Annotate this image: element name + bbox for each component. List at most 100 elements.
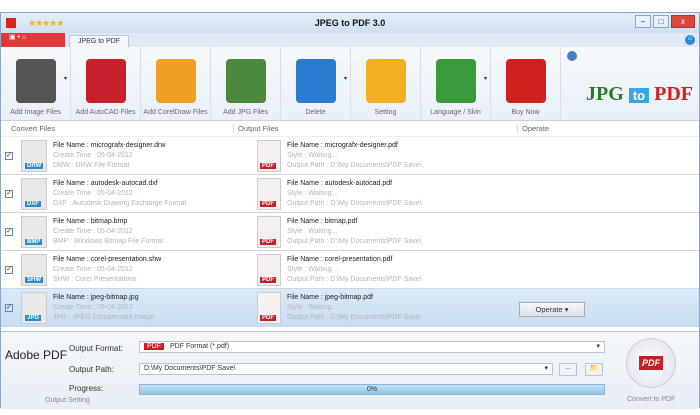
progress-label: Progress: [69, 384, 104, 393]
source-file-name: File Name : autodesk-autocad.dxf [53, 179, 158, 187]
tab-jpeg-to-pdf[interactable]: JPEG to PDF [69, 35, 130, 47]
toolbar-button-delete[interactable]: Delete ▾ [281, 47, 351, 120]
row-checkbox[interactable]: ✓ [5, 151, 13, 160]
recycle-bin-icon [295, 59, 336, 103]
toolbar-label: Add JPG Files [223, 109, 268, 116]
file-format: JPG : JPEG Compressed Image [53, 313, 154, 321]
abc-icon [435, 59, 476, 103]
output-style: Style : Waiting... [287, 265, 338, 273]
adobe-pdf-logo: Adobe PDF [5, 348, 68, 362]
create-time: Create Time : 05-04-2012 [53, 189, 133, 197]
output-path: Output Path : D:\My Documents\PDF Save\ [287, 199, 422, 207]
output-settings-panel: Adobe PDF Output Format: PDF PDF Format (… [1, 331, 699, 409]
file-row[interactable]: ✓ BMP File Name : bitmap.bmp Create Time : … [1, 213, 699, 251]
open-folder-button[interactable]: 📁 [585, 363, 603, 376]
toolbar-label: Delete [305, 109, 326, 116]
progress-bar: 0% [139, 384, 605, 395]
file-type-icon: DXF [21, 177, 47, 210]
output-file-name: File Name : corel-presentation.pdf [287, 255, 393, 263]
toolbar-label: Setting [374, 109, 397, 116]
toolbar-button-add-coreldraw-files[interactable]: Add CorelDraw Files [141, 47, 211, 120]
row-checkbox[interactable]: ✓ [5, 189, 13, 198]
close-button[interactable]: x [671, 15, 695, 28]
toolbar-button-language-skin[interactable]: Language / Skin ▾ [421, 47, 491, 120]
output-format-select[interactable]: PDF PDF Format (*.pdf) ▾ [139, 341, 605, 353]
help-icon[interactable] [567, 51, 577, 61]
output-file-name: File Name : autodesk-autocad.pdf [287, 179, 393, 187]
output-setting-caption: Output Setting [45, 397, 90, 404]
row-checkbox[interactable]: ✓ [5, 265, 13, 274]
output-file-name: File Name : bitmap.pdf [287, 217, 358, 225]
toolbar-label: Language / Skin [430, 109, 481, 116]
home-icon[interactable]: ⌂ [685, 35, 695, 45]
gift-icon [505, 59, 546, 103]
column-convert-files: Convert Files [11, 124, 56, 133]
output-style: Style : Waiting... [287, 151, 338, 159]
toolbar-label: Buy Now [511, 109, 540, 116]
dropdown-arrow-icon[interactable]: ▾ [484, 75, 487, 82]
toolbar-button-buy-now[interactable]: Buy Now [491, 47, 561, 120]
output-path: Output Path : D:\My Documents\PDF Save\ [287, 313, 422, 321]
title-bar: ★★★★★ JPEG to PDF 3.0 – □ x [1, 13, 699, 33]
pdf-file-icon: PDF [257, 139, 281, 172]
app-menu-button[interactable]: ▣ • ⌂ [1, 33, 65, 47]
file-row[interactable]: ✓ DRW File Name : micrografx-designer.drw C… [1, 137, 699, 175]
output-style: Style : Waiting... [287, 189, 338, 197]
app-icon[interactable] [6, 18, 16, 28]
toolbar-button-add-autocad-files[interactable]: Add AutoCAD Files [71, 47, 141, 120]
toolbar-button-add-jpg-files[interactable]: Add JPG Files [211, 47, 281, 120]
create-time: Create Time : 05-04-2012 [53, 151, 133, 159]
row-checkbox[interactable]: ✓ [5, 227, 13, 236]
maximize-button[interactable]: □ [653, 15, 669, 28]
file-type-icon: BMP [21, 215, 47, 248]
file-format: BMP : Windows Bitmap File Format [53, 237, 164, 245]
source-file-name: File Name : jpeg-bitmap.jpg [53, 293, 139, 301]
file-format: SHW : Corel Presentations [53, 275, 137, 283]
create-time: Create Time : 05-04-2012 [53, 227, 133, 235]
toolbar-label: Add AutoCAD Files [75, 109, 136, 116]
create-time: Create Time : 05-04-2012 [53, 303, 133, 311]
output-path: Output Path : D:\My Documents\PDF Save\ [287, 275, 422, 283]
output-path: Output Path : D:\My Documents\PDF Save\ [287, 161, 422, 169]
pdf-file-icon: PDF [257, 177, 281, 210]
column-output-files: Output Files [233, 124, 517, 133]
output-path-input[interactable]: D:\My Documents\PDF Save\ ▾ [139, 363, 553, 375]
convert-to-pdf-label: Convert to PDF [627, 396, 676, 403]
source-file-name: File Name : corel-presentation.shw [53, 255, 162, 263]
toolbar-label: Add Image Files [10, 109, 61, 116]
add-image-icon [15, 59, 56, 103]
app-window: ★★★★★ JPEG to PDF 3.0 – □ x ▣ • ⌂ JPEG t… [0, 12, 700, 409]
toolbar-button-add-image-files[interactable]: Add Image Files ▾ [1, 47, 71, 120]
row-checkbox[interactable]: ✓ [5, 303, 13, 312]
file-type-icon: JPG [21, 291, 47, 324]
file-type-icon: DRW [21, 139, 47, 172]
source-file-name: File Name : micrografx-designer.drw [53, 141, 166, 149]
toolbar-button-setting[interactable]: Setting [351, 47, 421, 120]
browse-button[interactable]: ... [559, 363, 577, 376]
pdf-file-icon: PDF [257, 291, 281, 324]
file-format: DRW : DRW File Format [53, 161, 130, 169]
output-style: Style : Waiting... [287, 227, 338, 235]
jpg-to-pdf-logo: JPG to PDF [586, 83, 693, 105]
output-style: Style : Waiting... [287, 303, 338, 311]
file-list: ✓ DRW File Name : micrografx-designer.drw C… [1, 137, 699, 327]
file-row[interactable]: ✓ JPG File Name : jpeg-bitmap.jpg Create Ti… [1, 289, 699, 327]
rating-stars[interactable]: ★★★★★ [28, 18, 64, 29]
toolbar-label: Add CorelDraw Files [143, 109, 208, 116]
output-format-label: Output Format: [69, 344, 123, 353]
create-time: Create Time : 05-04-2012 [53, 265, 133, 273]
gears-icon [365, 59, 406, 103]
convert-to-pdf-button[interactable]: PDF [626, 338, 676, 388]
dropdown-arrow-icon[interactable]: ▾ [64, 75, 67, 82]
file-row[interactable]: ✓ DXF File Name : autodesk-autocad.dxf Crea… [1, 175, 699, 213]
minimize-button[interactable]: – [635, 15, 651, 28]
pdf-file-icon: PDF [257, 253, 281, 286]
file-row[interactable]: ✓ SHW File Name : corel-presentation.shw Cr… [1, 251, 699, 289]
output-path: Output Path : D:\My Documents\PDF Save\ [287, 237, 422, 245]
file-type-icon: SHW [21, 253, 47, 286]
operate-button[interactable]: Operate ▾ [519, 302, 585, 317]
file-format: DXF : Autodesk Drawing Exchange Format [53, 199, 187, 207]
dropdown-arrow-icon[interactable]: ▾ [344, 75, 347, 82]
column-operate: Operate [517, 124, 549, 133]
output-file-name: File Name : micrografx-designer.pdf [287, 141, 398, 149]
